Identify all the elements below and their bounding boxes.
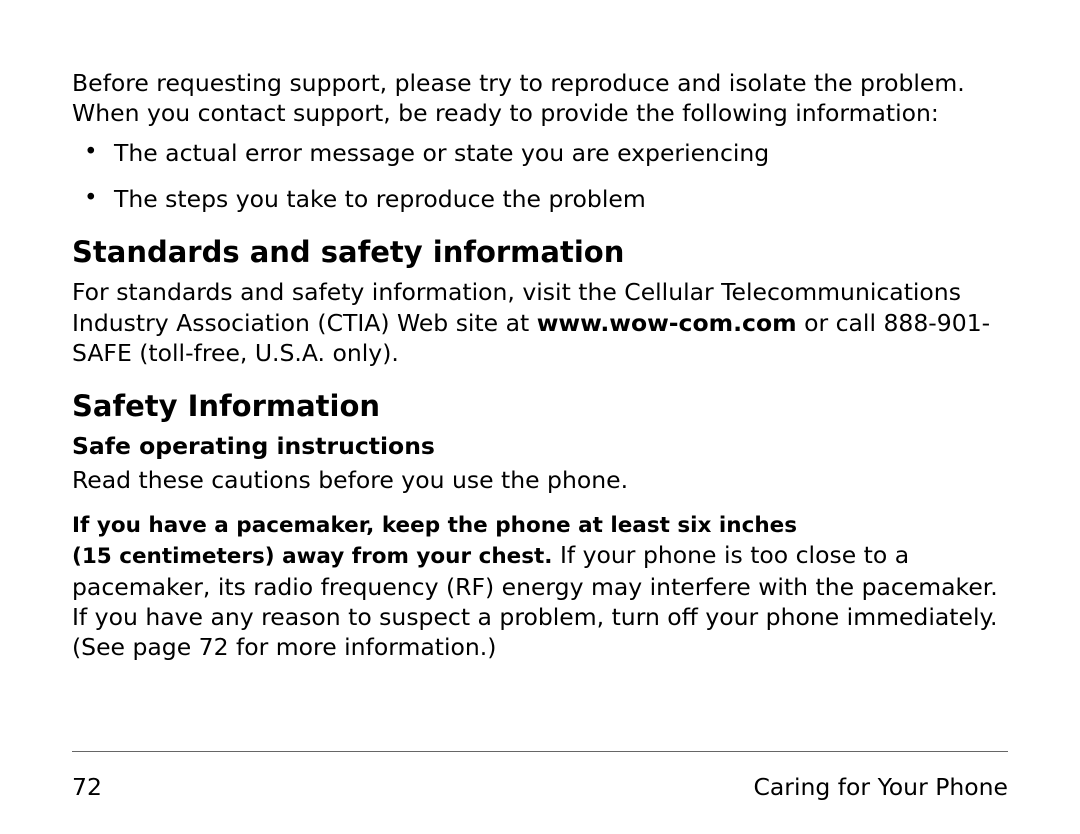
document-page: Before requesting support, please try to…	[0, 0, 1080, 834]
standards-url: www.wow-com.com	[537, 309, 797, 337]
footer-divider	[72, 751, 1008, 752]
standards-heading: Standards and safety information	[72, 234, 1008, 271]
safety-lead-paragraph: Read these cautions before you use the p…	[72, 465, 1008, 495]
support-info-list: The actual error message or state you ar…	[72, 138, 1008, 214]
pacemaker-paragraph: If you have a pacemaker, keep the phone …	[72, 509, 1008, 662]
page-footer: 72 Caring for Your Phone	[72, 772, 1008, 802]
list-item: The actual error message or state you ar…	[72, 138, 1008, 168]
intro-paragraph: Before requesting support, please try to…	[72, 68, 1008, 128]
list-item: The steps you take to reproduce the prob…	[72, 184, 1008, 214]
footer-section-title: Caring for Your Phone	[754, 772, 1009, 802]
pacemaker-bold-line1: If you have a pacemaker, keep the phone …	[72, 513, 797, 538]
safety-heading: Safety Information	[72, 388, 1008, 425]
pacemaker-bold-line2: (15 centimeters) away from your chest.	[72, 544, 560, 569]
safe-operating-subhead: Safe operating instructions	[72, 431, 1008, 461]
page-number: 72	[72, 772, 102, 802]
standards-paragraph: For standards and safety information, vi…	[72, 277, 1008, 367]
